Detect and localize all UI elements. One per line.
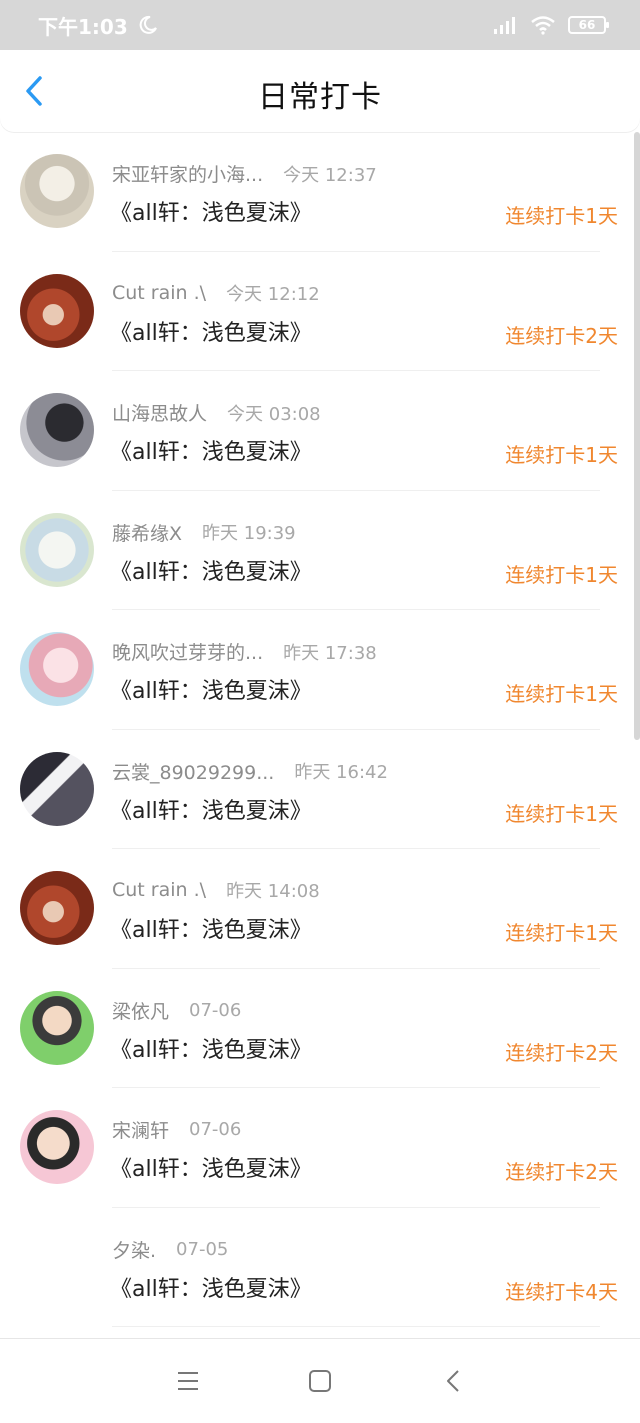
user-meta: 藤希缘X 昨天 19:39 [112, 519, 296, 546]
avatar[interactable] [20, 1110, 94, 1184]
wifi-icon [531, 16, 555, 35]
streak-label: 连续打卡1天 [505, 443, 618, 467]
streak-label: 连续打卡1天 [505, 801, 618, 826]
user-meta: 云裳_89029299... 昨天 16:42 [112, 758, 388, 785]
book-title: 《all轩：浅色夏沫》 [110, 1276, 312, 1302]
scrollbar[interactable] [634, 132, 640, 740]
user-name[interactable]: Cut rain .\ [112, 879, 206, 901]
user-meta: 宋澜轩 07-06 [112, 1116, 241, 1143]
battery-icon: 66 [568, 16, 609, 34]
moon-icon [139, 15, 157, 34]
user-meta: 宋亚轩家的小海... 今天 12:37 [112, 160, 377, 187]
list-item[interactable]: Cut rain .\ 昨天 14:08 《all轩：浅色夏沫》 连续打卡1天 [0, 849, 640, 969]
user-meta: 山海思故人 今天 03:08 [112, 399, 321, 426]
user-name[interactable]: 山海思故人 [112, 399, 207, 426]
checkin-time: 07-05 [176, 1238, 229, 1260]
avatar[interactable] [20, 393, 94, 467]
page-title: 日常打卡 [258, 80, 382, 115]
book-title: 《all轩：浅色夏沫》 [110, 559, 312, 585]
checkin-time: 今天 12:12 [226, 283, 320, 305]
user-meta: Cut rain .\ 今天 12:12 [112, 280, 320, 306]
list-item[interactable]: Cut rain .\ 今天 12:12 《all轩：浅色夏沫》 连续打卡2天 [0, 252, 640, 371]
user-name[interactable]: Cut rain .\ [112, 282, 206, 304]
system-nav-bar [0, 1338, 640, 1423]
list-item[interactable]: 山海思故人 今天 03:08 《all轩：浅色夏沫》 连续打卡1天 [0, 371, 640, 491]
checkin-time: 07-06 [189, 999, 242, 1021]
user-name[interactable]: 晚风吹过芽芽的... [112, 638, 263, 665]
list-item[interactable]: 藤希缘X 昨天 19:39 《all轩：浅色夏沫》 连续打卡1天 [0, 491, 640, 610]
list-item[interactable]: 宋澜轩 07-06 《all轩：浅色夏沫》 连续打卡2天 [0, 1088, 640, 1208]
book-title: 《all轩：浅色夏沫》 [110, 320, 312, 346]
streak-label: 连续打卡1天 [505, 562, 618, 587]
list-item[interactable]: 梁依凡 07-06 《all轩：浅色夏沫》 连续打卡2天 [0, 969, 640, 1088]
back-triangle-icon [447, 1370, 459, 1392]
menu-button[interactable] [174, 1367, 202, 1395]
book-title: 《all轩：浅色夏沫》 [110, 1157, 312, 1182]
list-item[interactable]: 宋亚轩家的小海... 今天 12:37 《all轩：浅色夏沫》 连续打卡1天 [0, 132, 640, 252]
list-item[interactable]: 晚风吹过芽芽的... 昨天 17:38 《all轩：浅色夏沫》 连续打卡1天 [0, 610, 640, 730]
avatar[interactable] [20, 751, 94, 826]
status-bar: 下午1:03 66 [0, 0, 640, 50]
checkin-time: 昨天 19:39 [202, 523, 296, 544]
avatar[interactable] [20, 273, 94, 348]
book-title: 《all轩：浅色夏沫》 [110, 201, 312, 226]
avatar[interactable] [20, 512, 94, 587]
avatar[interactable] [20, 154, 94, 228]
list-item[interactable]: 云裳_89029299... 昨天 16:42 《all轩：浅色夏沫》 连续打卡1天 [0, 730, 640, 849]
book-title: 《all轩：浅色夏沫》 [110, 440, 312, 465]
signal-icon [494, 17, 515, 34]
book-title: 《all轩：浅色夏沫》 [110, 1037, 312, 1063]
checkin-time: 昨天 14:08 [226, 881, 320, 902]
avatar[interactable] [20, 871, 94, 945]
streak-label: 连续打卡2天 [505, 1040, 618, 1065]
avatar[interactable] [20, 990, 94, 1065]
user-name[interactable]: 夕染. [112, 1236, 156, 1263]
list-item[interactable]: 夕染. 07-05 《all轩：浅色夏沫》 连续打卡4天 [0, 1208, 640, 1327]
streak-label: 连续打卡1天 [505, 682, 618, 706]
user-meta: 夕染. 07-05 [112, 1236, 228, 1263]
streak-label: 连续打卡4天 [505, 1279, 618, 1304]
user-meta: 晚风吹过芽芽的... 昨天 17:38 [112, 638, 377, 665]
streak-label: 连续打卡1天 [505, 204, 618, 228]
user-meta: 梁依凡 07-06 [112, 997, 241, 1024]
system-back-button[interactable] [440, 1367, 468, 1395]
checkin-time: 昨天 16:42 [294, 762, 388, 783]
checkin-time: 今天 03:08 [227, 403, 321, 425]
user-meta: Cut rain .\ 昨天 14:08 [112, 877, 320, 903]
home-button[interactable] [306, 1367, 334, 1395]
menu-icon [178, 1372, 198, 1390]
book-title: 《all轩：浅色夏沫》 [110, 679, 312, 704]
checkin-list: 宋亚轩家的小海... 今天 12:37 《all轩：浅色夏沫》 连续打卡1天 Cut r… [0, 132, 640, 1327]
streak-label: 连续打卡2天 [505, 323, 618, 348]
streak-label: 连续打卡2天 [505, 1160, 618, 1184]
user-name[interactable]: 梁依凡 [112, 997, 169, 1024]
user-name[interactable]: 宋澜轩 [112, 1116, 169, 1143]
user-name[interactable]: 藤希缘X [112, 519, 182, 546]
status-time: 下午1:03 [38, 14, 128, 39]
header: 日常打卡 [0, 50, 640, 132]
home-square-icon [309, 1370, 331, 1392]
checkin-time: 今天 12:37 [283, 164, 377, 186]
checkin-time: 昨天 17:38 [283, 642, 377, 664]
user-name[interactable]: 云裳_89029299... [112, 758, 274, 785]
book-title: 《all轩：浅色夏沫》 [110, 918, 312, 943]
streak-label: 连续打卡1天 [505, 921, 618, 945]
divider [112, 1326, 600, 1327]
checkin-time: 07-06 [189, 1119, 242, 1140]
user-name[interactable]: 宋亚轩家的小海... [112, 160, 263, 187]
book-title: 《all轩：浅色夏沫》 [110, 798, 312, 824]
battery-level: 66 [578, 18, 596, 32]
avatar[interactable] [20, 632, 94, 706]
